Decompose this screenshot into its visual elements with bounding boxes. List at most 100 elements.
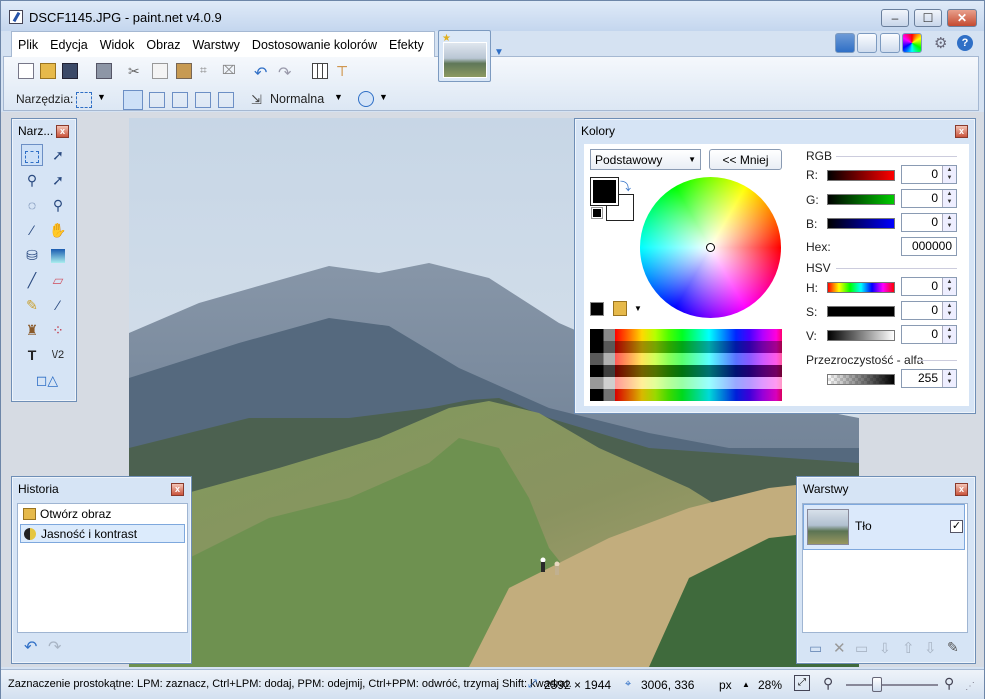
history-window-toggle-icon[interactable] — [857, 33, 877, 53]
zoom-slider-track[interactable] — [846, 684, 938, 686]
duplicate-layer-icon[interactable]: ▭ — [855, 640, 868, 657]
blend-mode-dropdown-icon[interactable]: ▼ — [334, 92, 343, 102]
color-wheel-cursor[interactable] — [706, 243, 715, 252]
antialiasing-dropdown-icon[interactable]: ▼ — [379, 92, 388, 102]
color-palette-grid[interactable] — [590, 329, 782, 401]
paint-bucket-tool[interactable]: ⛁ — [21, 244, 43, 266]
blend-mode-value[interactable]: Normalna — [270, 92, 324, 106]
colors-panel-close-button[interactable]: x — [955, 125, 968, 138]
zoom-out-icon[interactable]: ⚲ — [823, 675, 833, 692]
saturation-spinner[interactable]: ▲ ▼ — [942, 302, 956, 319]
layer-visibility-checkbox[interactable]: ✓ — [950, 520, 963, 533]
minimize-button[interactable]: – — [881, 9, 909, 27]
menu-efekty[interactable]: Efekty — [383, 32, 430, 56]
blue-input[interactable]: 0 ▲ ▼ — [901, 213, 957, 232]
hue-slider[interactable] — [827, 282, 895, 293]
units-select[interactable]: px — [719, 678, 732, 692]
colors-window-toggle-icon[interactable] — [902, 33, 922, 53]
close-button[interactable]: ✕ — [947, 9, 977, 27]
palette-select[interactable]: Podstawowy ▼ — [590, 149, 701, 170]
print-icon[interactable] — [96, 63, 112, 79]
saturation-input[interactable]: 0 ▲ ▼ — [901, 301, 957, 320]
selection-mode-exclude-icon[interactable] — [172, 92, 188, 108]
zoom-level[interactable]: 28% — [758, 678, 782, 692]
primary-color-swatch[interactable] — [590, 177, 619, 206]
history-undo-icon[interactable]: ↶ — [24, 637, 37, 657]
help-icon[interactable]: ? — [957, 35, 973, 51]
grid-icon[interactable] — [312, 63, 328, 79]
save-icon[interactable] — [62, 63, 78, 79]
selection-mode-replace-icon[interactable] — [123, 90, 143, 110]
swap-colors-icon[interactable]: ⤵ — [620, 178, 631, 194]
pan-tool[interactable]: ✋ — [47, 219, 69, 241]
add-to-palette-icon[interactable] — [590, 302, 604, 316]
value-input[interactable]: 0 ▲ ▼ — [901, 325, 957, 344]
color-picker-tool[interactable]: ⁄ — [47, 294, 69, 316]
selection-mode-intersect-icon[interactable] — [195, 92, 211, 108]
eraser-tool[interactable]: ▱ — [47, 269, 69, 291]
menu-widok[interactable]: Widok — [94, 32, 141, 56]
move-selected-tool[interactable]: ➚ — [47, 144, 69, 166]
layer-row[interactable]: Tło ✓ — [803, 504, 965, 550]
menu-edycja[interactable]: Edycja — [44, 32, 94, 56]
add-layer-icon[interactable]: ▭ — [809, 640, 822, 657]
hex-input[interactable]: 000000 — [901, 237, 957, 256]
layers-panel-close-button[interactable]: x — [955, 483, 968, 496]
move-selection-tool[interactable]: ➚ — [47, 169, 69, 191]
pencil-tool[interactable]: ✎ — [21, 294, 43, 316]
gradient-tool[interactable] — [47, 244, 69, 266]
zoom-tool[interactable]: ⚲ — [47, 194, 69, 216]
zoom-slider-thumb[interactable] — [872, 677, 882, 692]
blue-spinner[interactable]: ▲ ▼ — [942, 214, 956, 231]
layer-properties-icon[interactable]: ✎ — [947, 639, 959, 656]
history-redo-icon[interactable]: ↷ — [48, 637, 61, 657]
red-slider[interactable] — [827, 170, 895, 181]
redo-icon[interactable]: ↷ — [278, 63, 294, 82]
reset-colors-icon[interactable] — [591, 207, 603, 219]
tools-panel-close-button[interactable]: x — [56, 125, 69, 138]
layers-window-toggle-icon[interactable] — [880, 33, 900, 53]
ellipse-select-tool[interactable]: ◌ — [21, 194, 43, 216]
value-slider[interactable] — [827, 330, 895, 341]
maximize-button[interactable]: ☐ — [914, 9, 942, 27]
current-tool-rect-select-icon[interactable] — [76, 92, 92, 108]
hue-input[interactable]: 0 ▲ ▼ — [901, 277, 957, 296]
history-item[interactable]: Jasność i kontrast — [20, 524, 185, 543]
paintbrush-tool[interactable]: ╱ — [21, 269, 43, 291]
menu-obraz[interactable]: Obraz — [140, 32, 186, 56]
menu-plik[interactable]: Plik — [12, 32, 44, 56]
lasso-select-tool[interactable]: ⚲ — [21, 169, 43, 191]
alpha-slider[interactable] — [827, 374, 895, 385]
green-spinner[interactable]: ▲ ▼ — [942, 190, 956, 207]
image-list-arrow-icon[interactable]: ▼ — [494, 47, 504, 58]
red-input[interactable]: 0 ▲ ▼ — [901, 165, 957, 184]
magic-wand-tool[interactable]: ⁄ — [21, 219, 43, 241]
ruler-icon[interactable]: ⊤ — [336, 63, 352, 79]
color-wheel[interactable] — [640, 177, 781, 318]
text-tool[interactable]: T — [21, 344, 43, 366]
open-folder-icon[interactable] — [40, 63, 56, 79]
menu-dostosowanie-kolorow[interactable]: Dostosowanie kolorów — [246, 32, 383, 56]
value-spinner[interactable]: ▲ ▼ — [942, 326, 956, 343]
move-layer-up-icon[interactable]: ⇧ — [902, 639, 915, 657]
cut-icon[interactable]: ✂ — [128, 63, 144, 79]
antialiasing-icon[interactable] — [358, 91, 374, 107]
shapes-tool[interactable]: ◻△ — [32, 369, 62, 391]
line-curve-tool[interactable]: \/2 — [47, 344, 69, 366]
green-input[interactable]: 0 ▲ ▼ — [901, 189, 957, 208]
green-slider[interactable] — [827, 194, 895, 205]
tools-window-toggle-icon[interactable] — [835, 33, 855, 53]
rectangle-select-tool[interactable] — [21, 144, 43, 166]
selection-mode-xor-icon[interactable] — [218, 92, 234, 108]
gear-icon[interactable]: ⚙ — [934, 34, 947, 52]
saturation-slider[interactable] — [827, 306, 895, 317]
less-button[interactable]: << Mniej — [709, 149, 782, 170]
move-layer-down-icon[interactable]: ⇩ — [924, 639, 937, 657]
red-spinner[interactable]: ▲ ▼ — [942, 166, 956, 183]
palette-menu-arrow-icon[interactable]: ▼ — [634, 304, 642, 313]
delete-layer-icon[interactable]: ✕ — [833, 639, 846, 657]
new-file-icon[interactable] — [18, 63, 34, 79]
tool-dropdown-arrow-icon[interactable]: ▼ — [97, 92, 106, 102]
deselect-icon[interactable]: ⌧ — [222, 63, 238, 79]
hue-spinner[interactable]: ▲ ▼ — [942, 278, 956, 295]
